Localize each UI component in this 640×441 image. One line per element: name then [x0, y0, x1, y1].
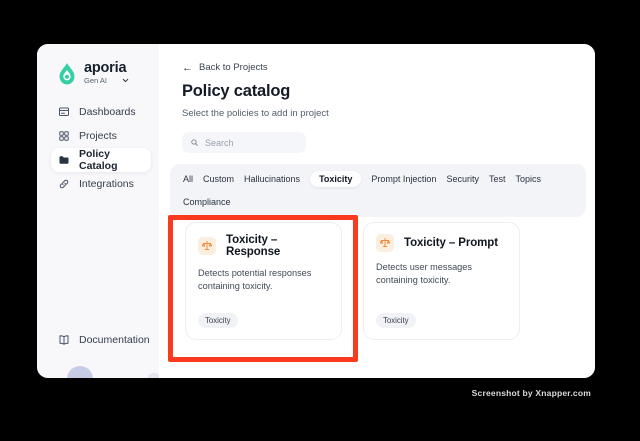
book-icon: [59, 335, 69, 345]
sidebar-item-label: Policy Catalog: [79, 148, 118, 172]
sidebar-item-integrations[interactable]: Integrations: [37, 172, 159, 196]
sidebar-item-projects[interactable]: Projects: [37, 124, 159, 148]
policy-tag-badge: Toxicity: [198, 313, 238, 328]
tab-test[interactable]: Test: [489, 171, 506, 187]
sidebar-item-policy-catalog[interactable]: Policy Catalog: [51, 148, 151, 172]
scale-icon: [198, 237, 216, 255]
policy-card-title: Toxicity – Prompt: [404, 237, 498, 249]
aporia-drop-icon: [59, 63, 75, 85]
back-arrow-icon: ←: [182, 61, 193, 74]
sidebar-nav: Dashboards Projects Policy Catalog Integ…: [37, 100, 159, 196]
main-content: ← Back to Projects Policy catalog Select…: [159, 44, 595, 378]
screenshot-stage: aporia Gen AI Dashboards Projects Policy…: [0, 0, 640, 441]
folder-icon: [59, 156, 69, 164]
tab-compliance[interactable]: Compliance: [183, 194, 231, 210]
sidebar-item-label: Integrations: [79, 178, 134, 190]
tab-all[interactable]: All: [183, 171, 193, 187]
watermark-text: Screenshot by Xnapper.com: [471, 388, 591, 398]
tab-security[interactable]: Security: [446, 171, 479, 187]
page-title: Policy catalog: [182, 82, 291, 100]
tab-hallucinations[interactable]: Hallucinations: [244, 171, 300, 187]
brand-name: aporia: [84, 60, 127, 76]
sidebar-item-label: Projects: [79, 130, 117, 142]
policy-card-toxicity-prompt[interactable]: Toxicity – Prompt Detects user messages …: [363, 222, 520, 340]
workspace-name: Gen AI: [84, 76, 107, 85]
policy-card-description: Detects potential responses containing t…: [198, 268, 312, 291]
chevron-down-icon[interactable]: [121, 76, 130, 85]
page-subtitle: Select the policies to add in project: [182, 108, 329, 119]
tab-topics[interactable]: Topics: [515, 171, 541, 187]
category-tabbar: All Custom Hallucinations Toxicity Promp…: [170, 164, 586, 217]
tab-prompt-injection[interactable]: Prompt Injection: [371, 171, 436, 187]
policy-card-toxicity-response[interactable]: Toxicity – Response Detects potential re…: [185, 222, 342, 340]
projects-grid-icon: [59, 131, 69, 141]
tab-toxicity[interactable]: Toxicity: [310, 171, 362, 187]
dashboard-icon: [59, 107, 69, 116]
policy-card-description: Detects user messages containing toxicit…: [376, 262, 472, 285]
brand-logo[interactable]: aporia Gen AI: [57, 60, 159, 86]
app-window: aporia Gen AI Dashboards Projects Policy…: [37, 44, 595, 378]
sidebar-item-documentation[interactable]: Documentation: [37, 328, 159, 352]
policy-card-title: Toxicity – Response: [226, 234, 281, 258]
policy-tag-badge: Toxicity: [376, 313, 416, 328]
search-input[interactable]: [205, 137, 295, 148]
tab-custom[interactable]: Custom: [203, 171, 234, 187]
policy-card-grid: Toxicity – Response Detects potential re…: [185, 222, 520, 340]
back-to-projects-link[interactable]: ← Back to Projects: [182, 62, 268, 73]
link-icon: [59, 179, 69, 189]
search-box[interactable]: [182, 132, 306, 153]
search-icon: [191, 139, 198, 146]
sidebar-item-label: Dashboards: [79, 106, 136, 118]
back-link-label: Back to Projects: [199, 62, 268, 73]
user-avatar[interactable]: [67, 366, 93, 378]
sidebar-item-label: Documentation: [79, 334, 150, 346]
sidebar-item-dashboards[interactable]: Dashboards: [37, 100, 159, 124]
scale-icon: [376, 234, 394, 252]
sidebar: aporia Gen AI Dashboards Projects Policy…: [37, 44, 161, 378]
